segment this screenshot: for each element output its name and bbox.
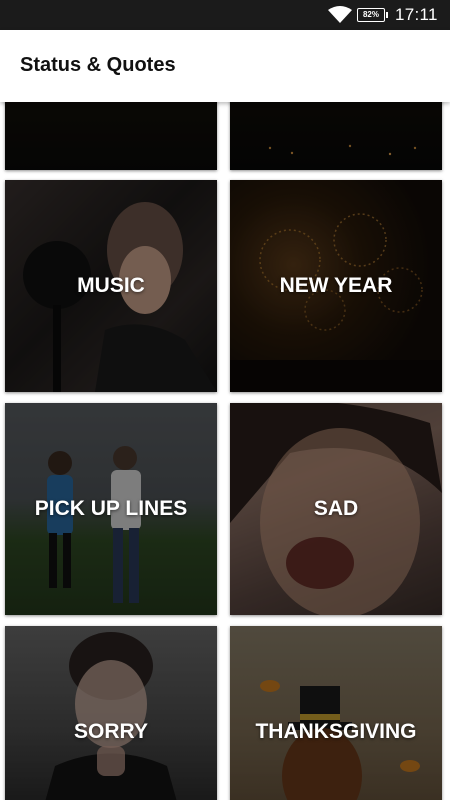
category-tile-thanksgiving[interactable]: THANKSGIVING [230, 626, 442, 800]
category-tile-new-year[interactable]: NEW YEAR [230, 180, 442, 392]
category-tile-music[interactable]: MUSIC [5, 180, 217, 392]
tile-label: PICK UP LINES [34, 497, 188, 520]
category-tile-pick-up-lines[interactable]: PICK UP LINES [5, 403, 217, 615]
tile-label: SORRY [74, 720, 148, 743]
category-tile-sorry[interactable]: SORRY [5, 626, 217, 800]
tile-label: SAD [313, 497, 359, 520]
clock: 17:11 [395, 5, 438, 24]
status-bar: 82% 17:11 [0, 0, 450, 30]
app-bar: Status & Quotes [0, 30, 450, 102]
category-tile-sad[interactable]: SAD [230, 403, 442, 615]
tile-label: NEW YEAR [279, 274, 393, 297]
page-title: Status & Quotes [20, 54, 176, 76]
battery-level: 82% [362, 10, 379, 19]
category-grid: MUSIC NEW YEAR PICK UP LINES SAD SORRY T… [0, 0, 450, 800]
wifi-icon [328, 6, 352, 23]
tile-label: THANKSGIVING [255, 720, 417, 743]
battery-icon: 82% [357, 8, 388, 22]
tile-label: MUSIC [77, 274, 145, 297]
